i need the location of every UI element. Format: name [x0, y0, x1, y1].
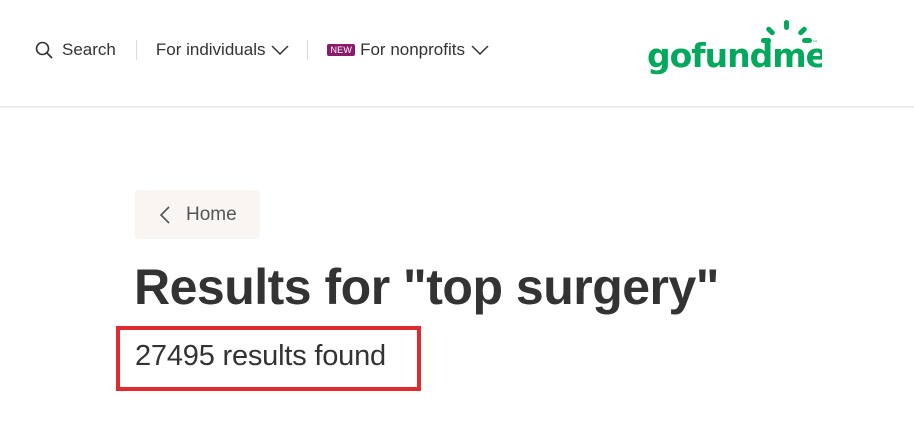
- for-individuals-menu[interactable]: For individuals: [156, 40, 290, 60]
- logo-wordmark: gofundme: [647, 36, 822, 75]
- search-icon: [35, 41, 53, 59]
- chevron-down-icon: [271, 45, 290, 55]
- results-count: 27495 results found: [135, 340, 386, 372]
- new-badge: NEW: [327, 44, 356, 56]
- breadcrumb-label: Home: [186, 203, 237, 225]
- gofundme-logo[interactable]: gofundme ™: [647, 20, 828, 75]
- main-nav: Search For individuals NEW For nonprofit…: [35, 36, 489, 64]
- search-label: Search: [62, 40, 116, 59]
- search-nav-item[interactable]: Search: [35, 40, 116, 60]
- page: Search For individuals NEW For nonprofit…: [0, 0, 914, 426]
- breadcrumb-home-link[interactable]: Home: [135, 190, 260, 239]
- site-header: Search For individuals NEW For nonprofit…: [0, 0, 914, 108]
- for-individuals-label: For individuals: [155, 40, 266, 59]
- page-title: Results for "top surgery": [134, 259, 720, 315]
- for-nonprofits-label: For nonprofits: [360, 40, 465, 59]
- nav-divider: [135, 40, 137, 60]
- chevron-down-icon: [471, 45, 489, 55]
- for-nonprofits-menu[interactable]: NEW For nonprofits: [327, 40, 489, 60]
- nav-divider: [307, 40, 309, 60]
- logo-trademark: ™: [812, 40, 818, 47]
- chevron-left-icon: [160, 205, 170, 224]
